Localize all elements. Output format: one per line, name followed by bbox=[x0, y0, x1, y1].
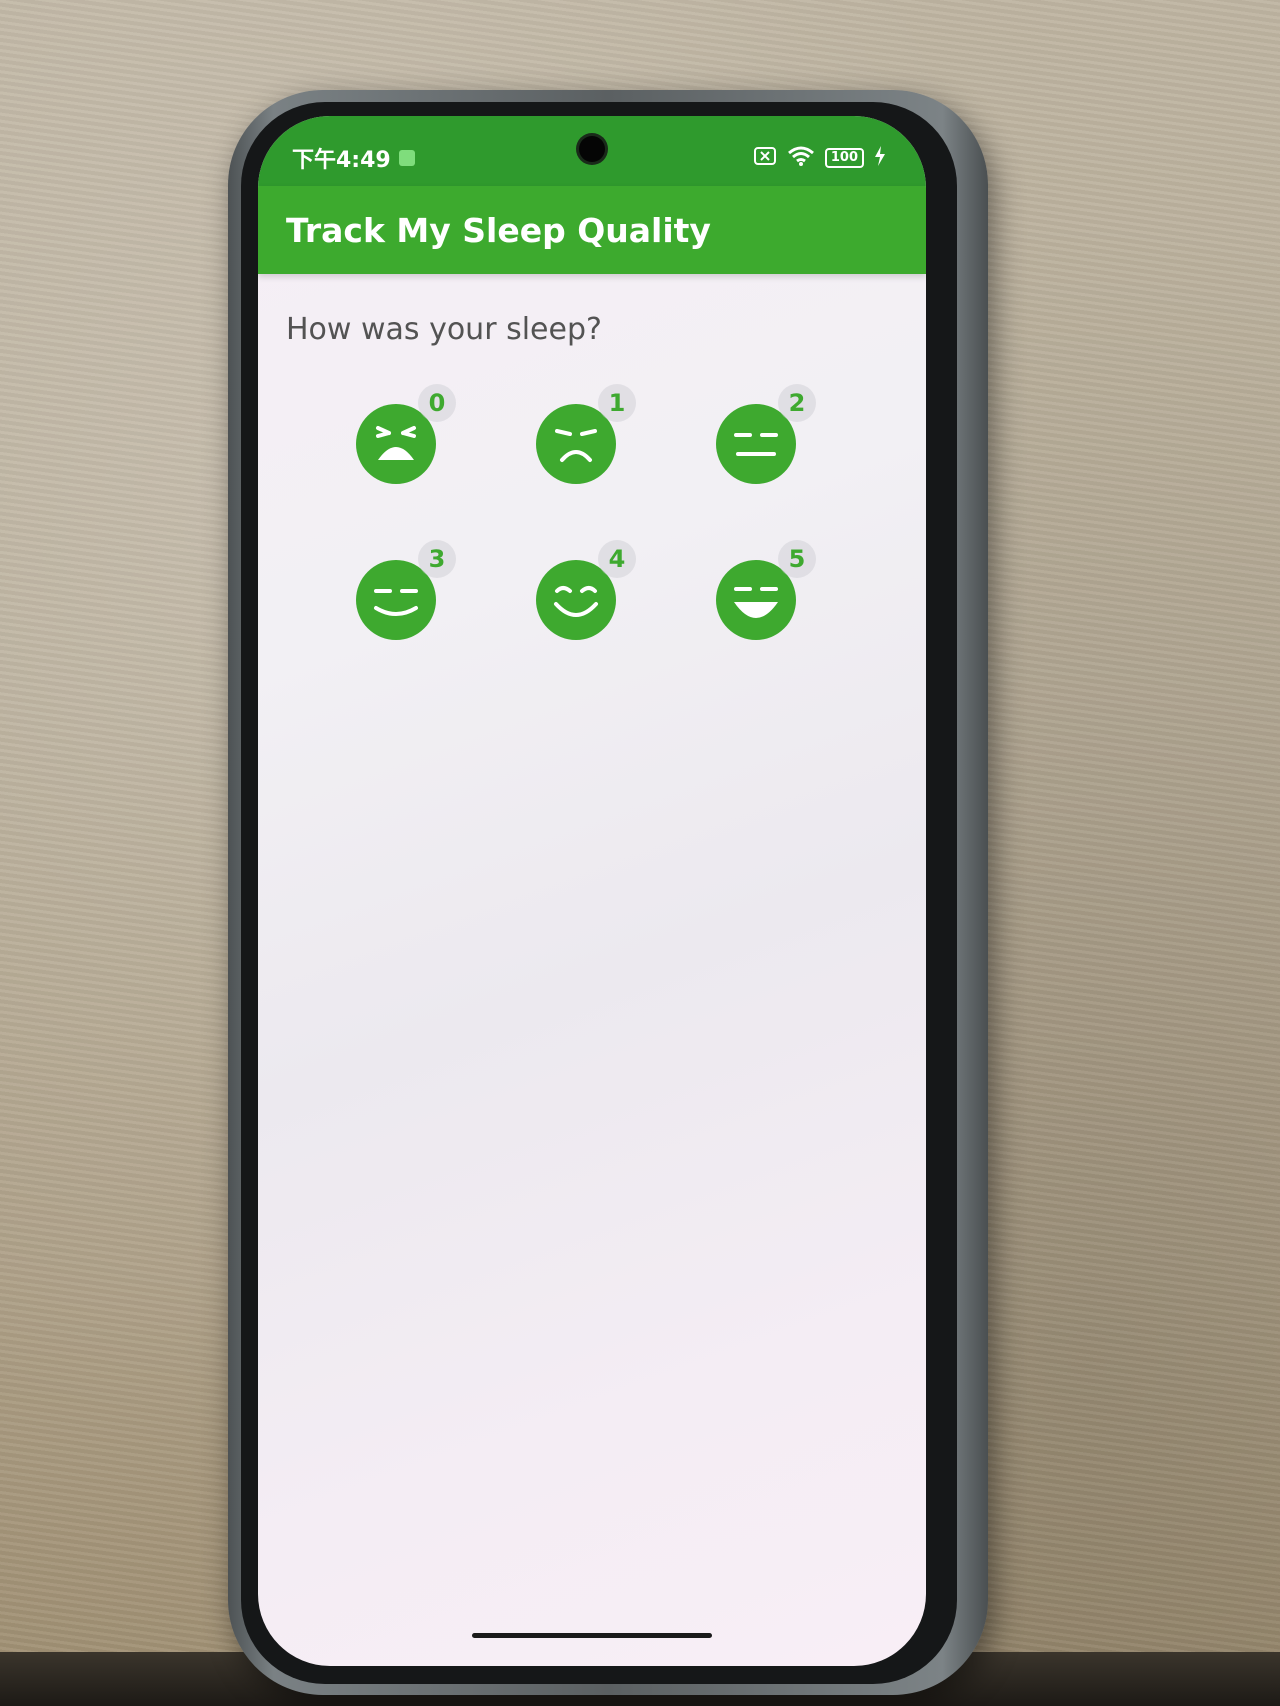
rating-label: 5 bbox=[778, 540, 816, 578]
rating-option-1[interactable]: 1 bbox=[536, 384, 716, 494]
rating-grid: 0 1 2 3 4 5 bbox=[356, 384, 896, 650]
phone-body: 下午4:49 100 Track My Sleep Quality How wa… bbox=[228, 90, 988, 1695]
status-time: 下午4:49 bbox=[292, 148, 391, 173]
rating-option-0[interactable]: 0 bbox=[356, 384, 536, 494]
rating-option-5[interactable]: 5 bbox=[716, 540, 896, 650]
no-sim-icon bbox=[753, 146, 777, 170]
rating-label: 0 bbox=[418, 384, 456, 422]
charging-icon bbox=[874, 146, 886, 170]
front-camera bbox=[579, 136, 605, 162]
rating-option-2[interactable]: 2 bbox=[716, 384, 896, 494]
rating-label: 3 bbox=[418, 540, 456, 578]
app-title: Track My Sleep Quality bbox=[286, 210, 711, 250]
rating-label: 1 bbox=[598, 384, 636, 422]
phone-bezel: 下午4:49 100 Track My Sleep Quality How wa… bbox=[241, 102, 957, 1684]
notification-app-icon bbox=[398, 150, 415, 166]
battery-icon: 100 bbox=[824, 148, 864, 168]
app-bar: Track My Sleep Quality bbox=[258, 186, 926, 274]
rating-label: 2 bbox=[778, 384, 816, 422]
status-bar: 下午4:49 100 bbox=[258, 116, 926, 186]
rating-option-4[interactable]: 4 bbox=[536, 540, 716, 650]
sleep-quality-prompt: How was your sleep? bbox=[286, 312, 602, 347]
rating-label: 4 bbox=[598, 540, 636, 578]
rating-option-3[interactable]: 3 bbox=[356, 540, 536, 650]
status-right: 100 bbox=[753, 145, 886, 171]
home-indicator[interactable] bbox=[472, 1633, 712, 1638]
status-left: 下午4:49 bbox=[292, 142, 415, 174]
wifi-icon bbox=[787, 145, 815, 171]
phone-screen: 下午4:49 100 Track My Sleep Quality How wa… bbox=[258, 116, 926, 1666]
